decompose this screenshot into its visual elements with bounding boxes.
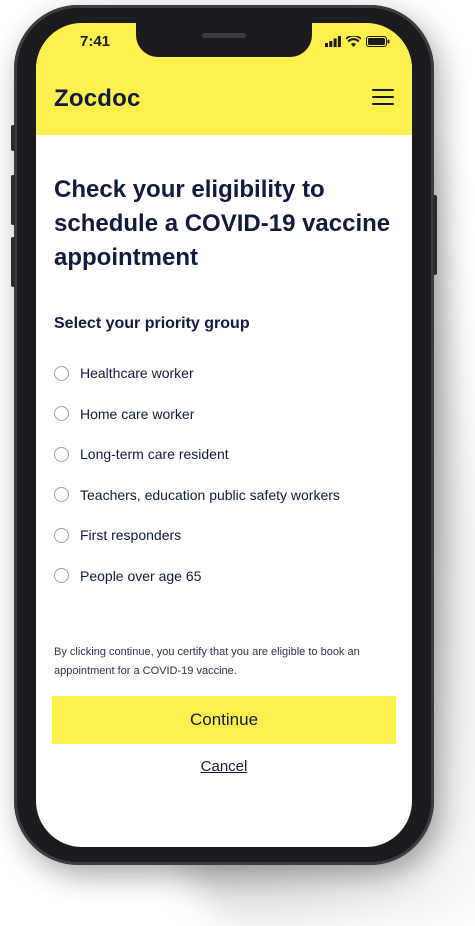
radio-button[interactable] [54, 406, 69, 422]
cancel-link[interactable]: Cancel [36, 758, 412, 775]
notch [136, 23, 312, 57]
option-label: Teachers, education public safety worker… [80, 486, 340, 503]
option-first-responders[interactable]: First responders [54, 515, 404, 556]
eligibility-disclaimer: By clicking continue, you certify that y… [54, 646, 360, 677]
hamburger-menu-icon[interactable] [372, 89, 394, 107]
option-label: Home care worker [80, 405, 195, 422]
radio-button[interactable] [54, 446, 69, 462]
option-label: Long-term care resident [80, 446, 229, 463]
radio-button[interactable] [54, 527, 69, 543]
menu-line [372, 103, 394, 105]
stage: 7:41 Zocdoc Check your eligibility to sc… [0, 0, 475, 926]
option-label: First responders [80, 527, 182, 544]
option-long-term-care-resident[interactable]: Long-term care resident [54, 434, 404, 475]
power-button [433, 195, 437, 275]
radio-button[interactable] [54, 365, 69, 381]
priority-group-label: Select your priority group [54, 315, 250, 332]
phone-screen: 7:41 Zocdoc Check your eligibility to sc… [36, 23, 412, 847]
volume-down-button [11, 237, 15, 287]
speaker-grille [202, 33, 246, 38]
option-home-care-worker[interactable]: Home care worker [54, 394, 404, 435]
page-title: Check your eligibility to schedule a COV… [54, 176, 391, 271]
option-healthcare-worker[interactable]: Healthcare worker [54, 353, 404, 394]
menu-line [372, 89, 394, 91]
phone-frame: 7:41 Zocdoc Check your eligibility to sc… [11, 5, 437, 865]
menu-line [372, 96, 394, 98]
option-label: Healthcare worker [80, 365, 194, 382]
option-teachers-education-workers[interactable]: Teachers, education public safety worker… [54, 475, 404, 516]
status-icons [325, 36, 390, 47]
option-label: People over age 65 [80, 567, 202, 584]
battery-icon [366, 36, 390, 47]
priority-options: Healthcare worker Home care worker Long-… [54, 353, 404, 596]
option-people-over-65[interactable]: People over age 65 [54, 556, 404, 597]
volume-up-button [11, 175, 15, 225]
continue-button[interactable]: Continue [52, 696, 396, 744]
signal-icon [325, 36, 341, 47]
radio-button[interactable] [54, 568, 69, 584]
status-time: 7:41 [80, 33, 111, 50]
mute-switch [11, 125, 15, 151]
brand-logo[interactable]: Zocdoc [54, 85, 141, 113]
radio-button[interactable] [54, 487, 69, 503]
wifi-icon [346, 36, 361, 47]
